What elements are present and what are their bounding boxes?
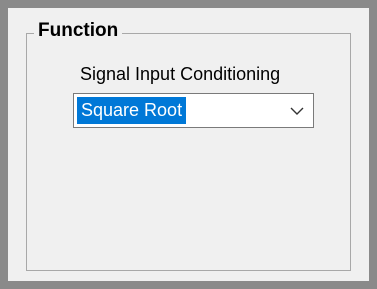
signal-input-conditioning-label: Signal Input Conditioning bbox=[80, 64, 281, 84]
chevron-down-icon[interactable] bbox=[289, 103, 305, 119]
dropdown-selected-value: Square Root bbox=[77, 97, 187, 124]
signal-input-conditioning-dropdown[interactable]: Square Root bbox=[73, 93, 314, 128]
groupbox-title: Function bbox=[34, 18, 123, 44]
